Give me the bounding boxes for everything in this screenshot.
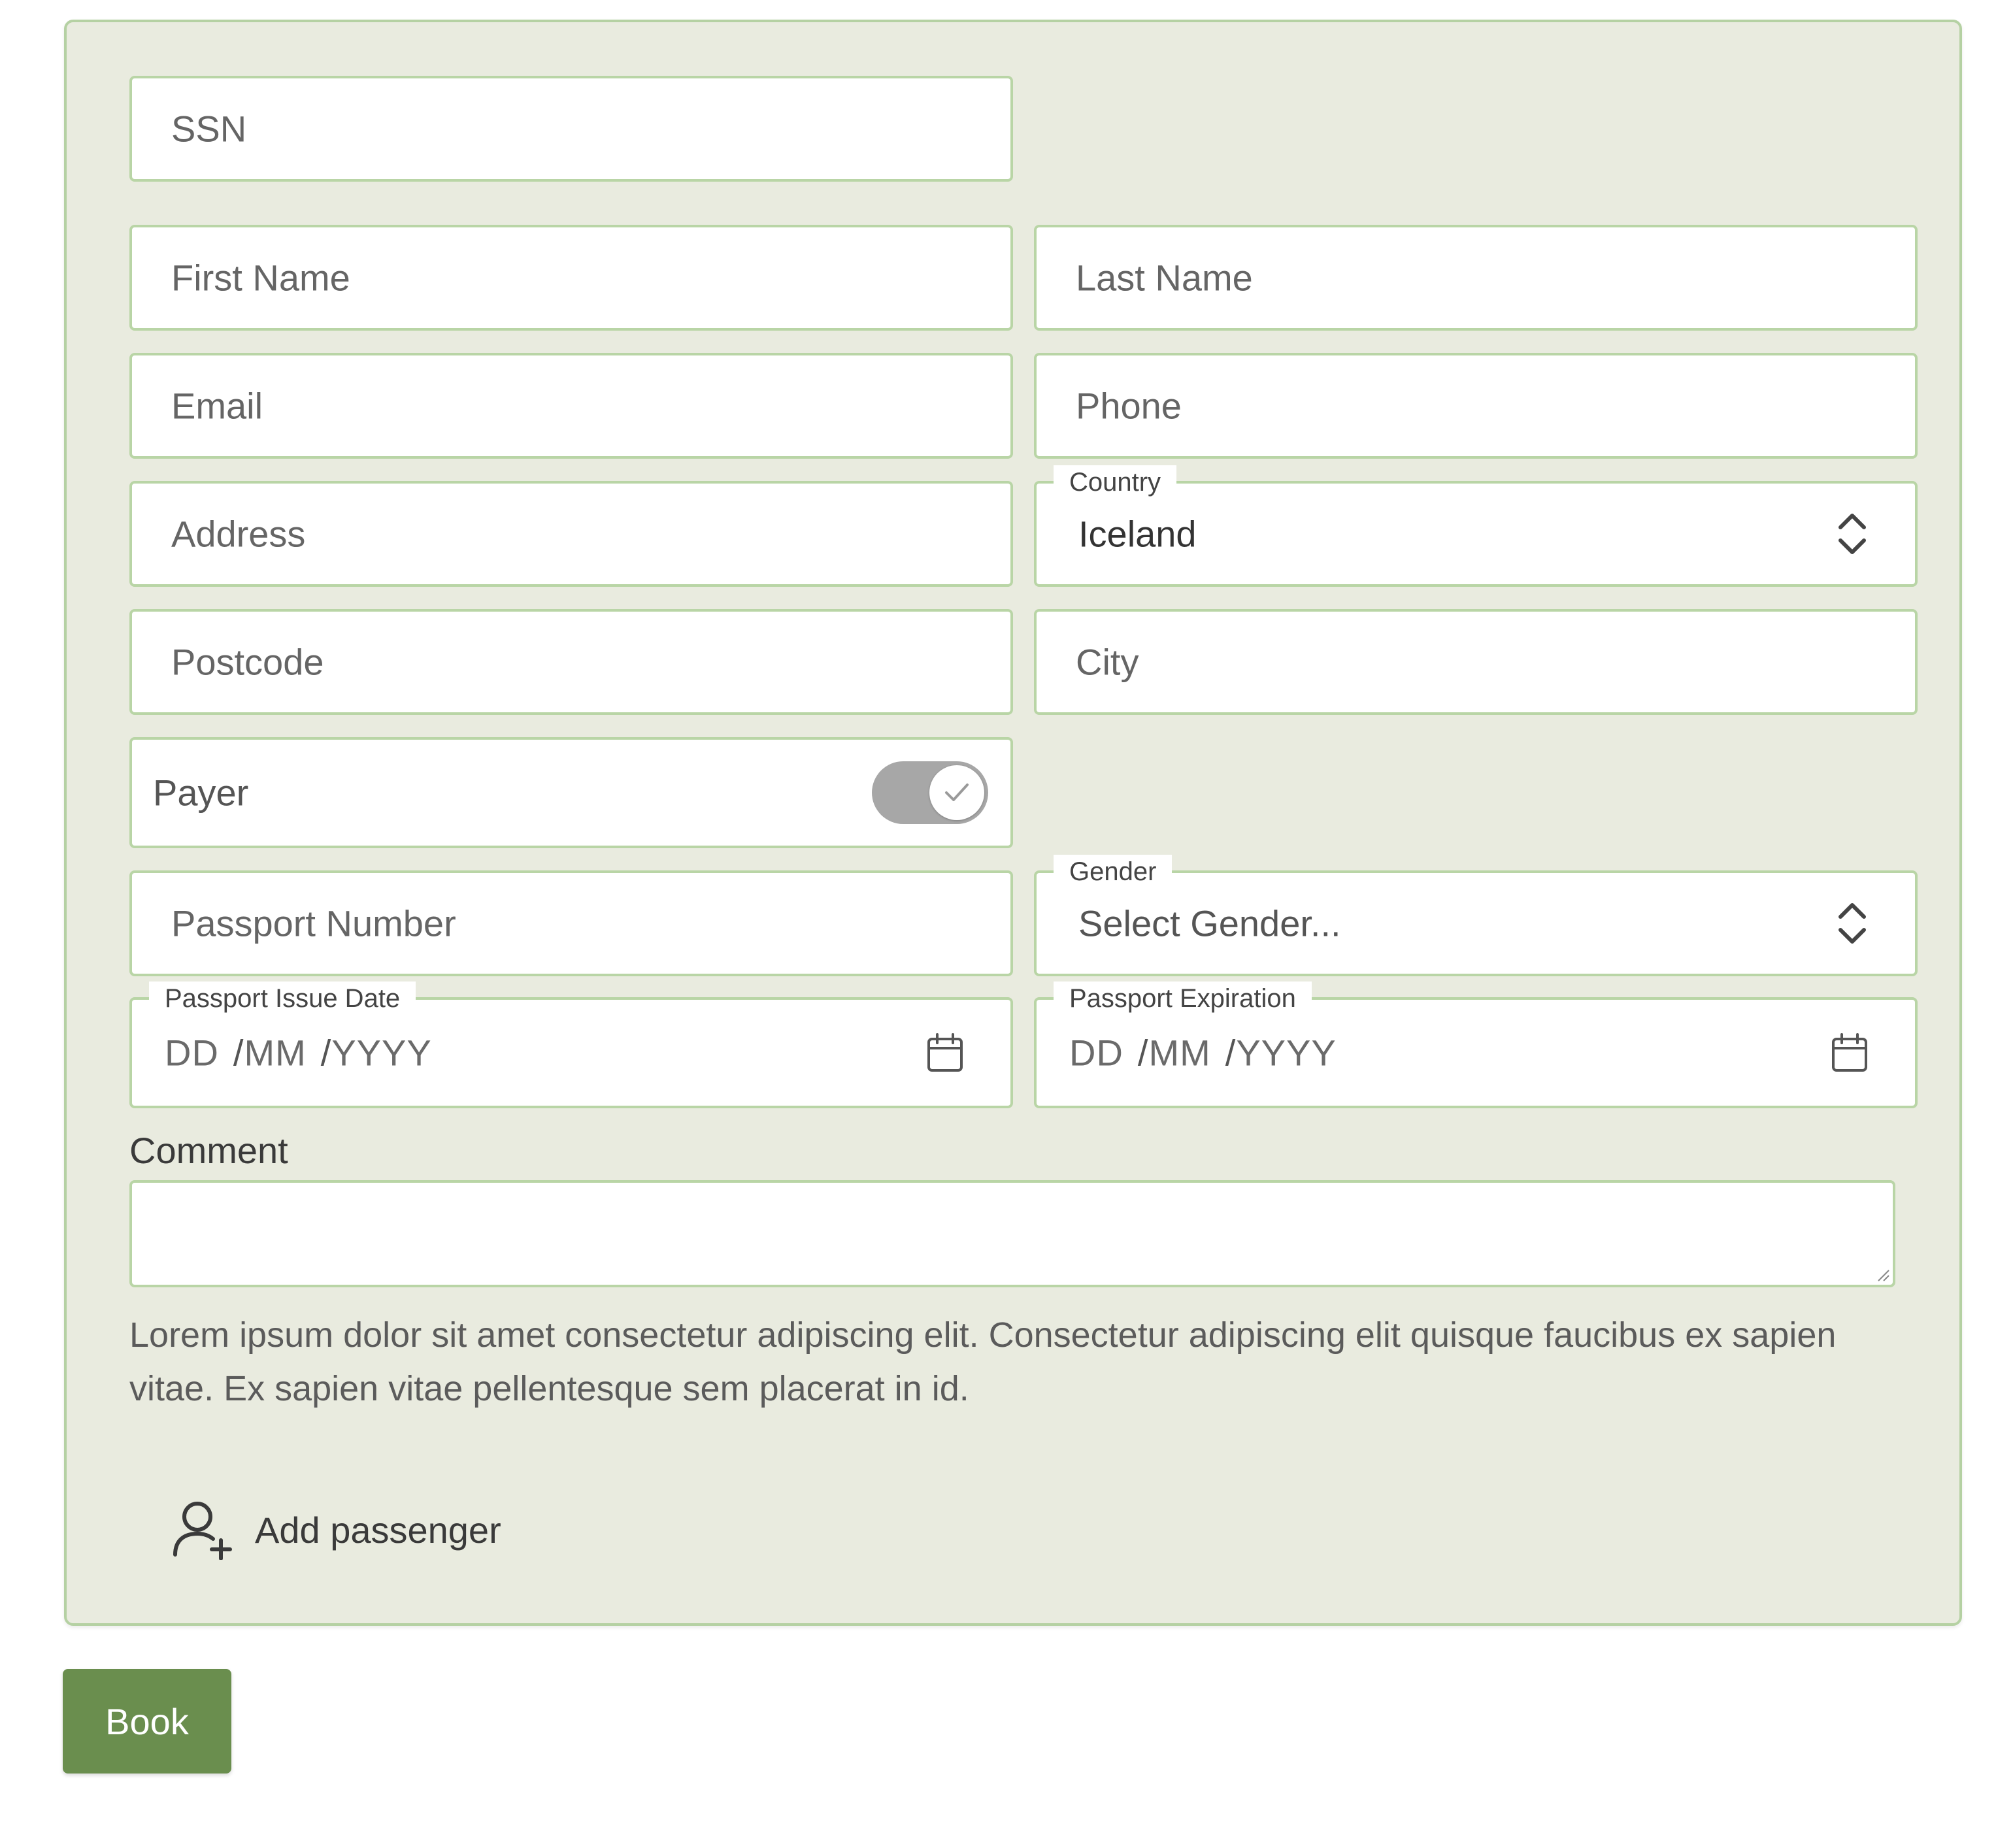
phone-placeholder: Phone	[1076, 385, 1182, 427]
last-name-field[interactable]: Last Name	[1034, 225, 1918, 331]
day-segment[interactable]: DD	[1069, 1032, 1123, 1074]
passport-expiration-label: Passport Expiration	[1054, 982, 1312, 1015]
year-segment[interactable]: YYYY	[1236, 1032, 1336, 1074]
payer-label: Payer	[153, 772, 249, 814]
country-value: Iceland	[1078, 513, 1197, 555]
postcode-placeholder: Postcode	[171, 641, 324, 683]
passport-expiration-field[interactable]: Passport Expiration DD/MM/YYYY	[1034, 982, 1918, 1108]
help-text: Lorem ipsum dolor sit amet consectetur a…	[129, 1315, 1837, 1408]
country-label: Country	[1054, 465, 1177, 499]
month-segment[interactable]: MM	[244, 1032, 306, 1074]
passport-issue-date-field[interactable]: Passport Issue Date DD/MM/YYYY	[129, 982, 1013, 1108]
gender-value: Select Gender...	[1078, 902, 1341, 944]
year-segment[interactable]: YYYY	[331, 1032, 431, 1074]
email-placeholder: Email	[171, 385, 263, 427]
city-field[interactable]: City	[1034, 609, 1918, 715]
address-placeholder: Address	[171, 513, 306, 555]
payer-toggle[interactable]	[872, 761, 988, 824]
passport-number-field[interactable]: Passport Number	[129, 870, 1013, 976]
add-passenger-label: Add passenger	[255, 1509, 501, 1551]
date-separator: /	[1225, 1032, 1237, 1074]
book-button[interactable]: Book	[63, 1669, 231, 1774]
comment-label: Comment	[129, 1130, 288, 1171]
date-separator: /	[1137, 1032, 1149, 1074]
comment-textarea[interactable]	[129, 1180, 1895, 1287]
ssn-field[interactable]: SSN	[129, 76, 1013, 182]
passport-issue-date-label: Passport Issue Date	[149, 982, 416, 1015]
postcode-field[interactable]: Postcode	[129, 609, 1013, 715]
gender-select[interactable]: Gender Select Gender...	[1034, 855, 1918, 976]
first-name-field[interactable]: First Name	[129, 225, 1013, 331]
user-plus-icon	[173, 1502, 232, 1560]
chevron-up-down-icon	[1838, 514, 1866, 554]
ssn-placeholder: SSN	[171, 108, 247, 150]
resize-handle-icon[interactable]	[1876, 1268, 1890, 1282]
date-separator: /	[233, 1032, 244, 1074]
add-passenger-button[interactable]: Add passenger	[171, 1500, 501, 1560]
first-name-placeholder: First Name	[171, 257, 350, 299]
check-icon	[945, 784, 969, 801]
payer-row: Payer	[129, 737, 1013, 848]
gender-label: Gender	[1054, 855, 1173, 889]
calendar-icon[interactable]	[1830, 1032, 1869, 1073]
address-field[interactable]: Address	[129, 481, 1013, 587]
passport-expiration-segments: DD/MM/YYYY	[1069, 1032, 1337, 1074]
toggle-knob	[929, 765, 984, 820]
calendar-icon[interactable]	[925, 1032, 965, 1073]
phone-field[interactable]: Phone	[1034, 353, 1918, 459]
city-placeholder: City	[1076, 641, 1139, 683]
passport-number-placeholder: Passport Number	[171, 902, 456, 944]
chevron-up-down-icon	[1838, 903, 1866, 944]
passport-issue-date-segments: DD/MM/YYYY	[165, 1032, 432, 1074]
last-name-placeholder: Last Name	[1076, 257, 1253, 299]
day-segment[interactable]: DD	[165, 1032, 219, 1074]
country-select[interactable]: Country Iceland	[1034, 465, 1918, 587]
month-segment[interactable]: MM	[1148, 1032, 1210, 1074]
email-field[interactable]: Email	[129, 353, 1013, 459]
date-separator: /	[320, 1032, 332, 1074]
